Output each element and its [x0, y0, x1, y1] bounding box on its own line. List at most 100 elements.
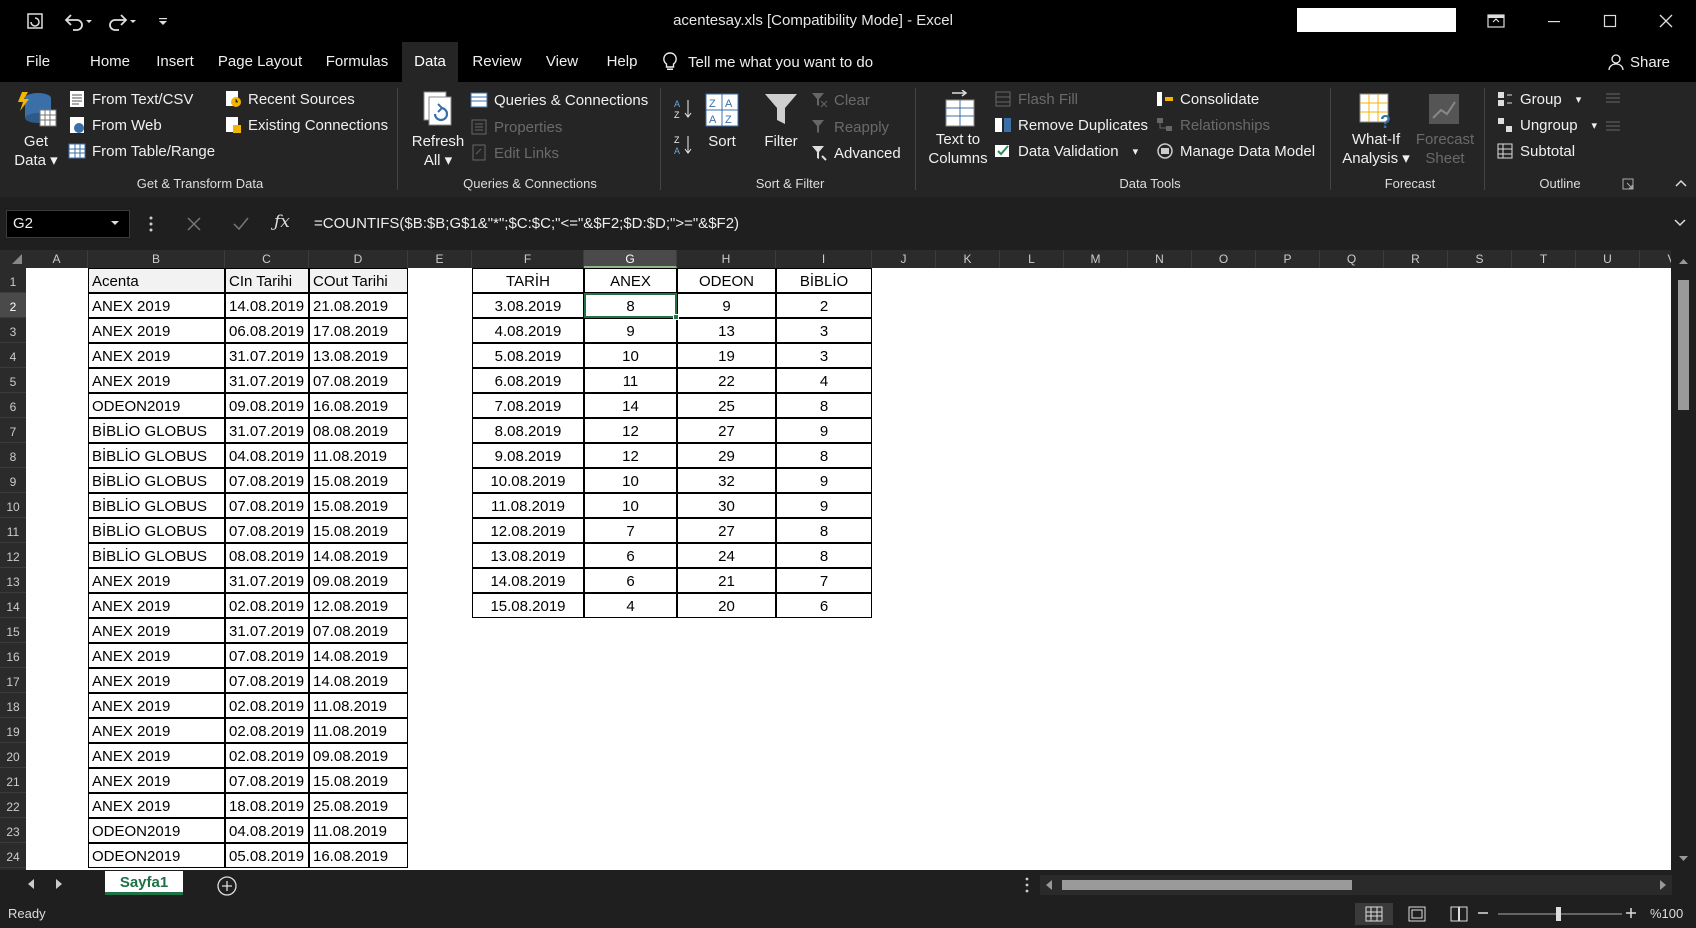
left-table-cell[interactable]: 11.08.2019 — [309, 693, 408, 718]
left-table-cell[interactable]: 11.08.2019 — [309, 818, 408, 843]
left-table-cell[interactable]: 14.08.2019 — [225, 293, 309, 318]
right-table-cell[interactable]: 5.08.2019 — [472, 343, 584, 368]
maximize-icon[interactable] — [1582, 0, 1638, 42]
left-table-cell[interactable]: ANEX 2019 — [88, 693, 225, 718]
row-header-8[interactable]: 8 — [0, 443, 26, 468]
advanced-filter-button[interactable]: Advanced — [810, 144, 901, 162]
column-header-e[interactable]: E — [408, 250, 472, 268]
left-table-cell[interactable]: 18.08.2019 — [225, 793, 309, 818]
split-handle-icon[interactable] — [1024, 876, 1030, 894]
row-header-10[interactable]: 10 — [0, 493, 26, 518]
left-table-cell[interactable]: 31.07.2019 — [225, 568, 309, 593]
row-header-13[interactable]: 13 — [0, 568, 26, 593]
right-table-cell[interactable]: 6 — [776, 593, 872, 618]
manage-data-model-button[interactable]: Manage Data Model — [1156, 142, 1315, 160]
right-table-cell[interactable]: 22 — [677, 368, 776, 393]
right-table-cell[interactable]: 11.08.2019 — [472, 493, 584, 518]
left-table-cell[interactable]: ANEX 2019 — [88, 668, 225, 693]
row-header-24[interactable]: 24 — [0, 843, 26, 868]
right-table-cell[interactable]: 9.08.2019 — [472, 443, 584, 468]
edit-links-button[interactable]: Edit Links — [470, 144, 559, 162]
right-table-cell[interactable]: 27 — [677, 518, 776, 543]
left-table-cell[interactable]: 12.08.2019 — [309, 593, 408, 618]
flash-fill-button[interactable]: Flash Fill — [994, 90, 1078, 108]
left-table-cell[interactable]: BİBLİO GLOBUS — [88, 418, 225, 443]
left-table-cell[interactable]: 02.08.2019 — [225, 718, 309, 743]
right-table-cell[interactable]: 12 — [584, 418, 677, 443]
left-table-cell[interactable]: 15.08.2019 — [309, 468, 408, 493]
sort-descending-icon[interactable]: ZA — [674, 134, 694, 156]
text-to-columns-button[interactable]: Text to Columns — [926, 90, 990, 168]
row-header-9[interactable]: 9 — [0, 468, 26, 493]
left-table-cell[interactable]: 08.08.2019 — [309, 418, 408, 443]
right-table-cell[interactable]: 10.08.2019 — [472, 468, 584, 493]
collapse-ribbon-icon[interactable] — [1674, 178, 1688, 188]
right-table-cell[interactable]: 7 — [776, 568, 872, 593]
row-header-17[interactable]: 17 — [0, 668, 26, 693]
column-header-n[interactable]: N — [1128, 250, 1192, 268]
column-header-k[interactable]: K — [936, 250, 1000, 268]
right-table-cell[interactable]: 10 — [584, 343, 677, 368]
formula-input[interactable]: =COUNTIFS($B:$B;G$1&"*";$C:$C;"<="&$F2;$… — [314, 210, 1670, 238]
right-table-cell[interactable]: 8 — [776, 393, 872, 418]
right-table-cell[interactable]: 2 — [776, 293, 872, 318]
data-validation-button[interactable]: Data Validation ▾ — [994, 142, 1138, 160]
relationships-button[interactable]: Relationships — [1156, 116, 1270, 134]
subtotal-button[interactable]: Subtotal — [1496, 142, 1575, 160]
column-header-s[interactable]: S — [1448, 250, 1512, 268]
right-table-header-cell[interactable]: ANEX — [584, 268, 677, 293]
right-table-cell[interactable]: 6.08.2019 — [472, 368, 584, 393]
right-table-cell[interactable]: 4 — [584, 593, 677, 618]
right-table-cell[interactable]: 8 — [584, 293, 677, 318]
right-table-cell[interactable]: 11 — [584, 368, 677, 393]
account-box[interactable] — [1297, 8, 1456, 32]
right-table-cell[interactable]: 13.08.2019 — [472, 543, 584, 568]
tell-me-search[interactable]: Tell me what you want to do — [662, 42, 873, 82]
right-table-cell[interactable]: 20 — [677, 593, 776, 618]
tab-file[interactable]: File — [14, 42, 62, 82]
left-table-cell[interactable]: 31.07.2019 — [225, 618, 309, 643]
left-table-header-cell[interactable]: Acenta — [88, 268, 225, 293]
left-table-cell[interactable]: ANEX 2019 — [88, 293, 225, 318]
existing-connections-button[interactable]: Existing Connections — [224, 116, 388, 134]
left-table-cell[interactable]: 11.08.2019 — [309, 718, 408, 743]
left-table-cell[interactable]: ANEX 2019 — [88, 618, 225, 643]
get-data-button[interactable]: Get Data ▾ — [8, 88, 64, 170]
right-table-cell[interactable]: 9 — [677, 293, 776, 318]
right-table-cell[interactable]: 7.08.2019 — [472, 393, 584, 418]
left-table-cell[interactable]: BİBLİO GLOBUS — [88, 468, 225, 493]
row-header-20[interactable]: 20 — [0, 743, 26, 768]
ribbon-display-options-icon[interactable] — [1468, 0, 1524, 42]
fill-handle[interactable] — [673, 314, 679, 320]
zoom-slider[interactable] — [1498, 906, 1622, 922]
column-header-q[interactable]: Q — [1320, 250, 1384, 268]
recent-sources-button[interactable]: Recent Sources — [224, 90, 355, 108]
left-table-cell[interactable]: ANEX 2019 — [88, 743, 225, 768]
column-header-l[interactable]: L — [1000, 250, 1064, 268]
right-table-cell[interactable]: 8 — [776, 443, 872, 468]
right-table-cell[interactable]: 7 — [584, 518, 677, 543]
expand-formula-bar-icon[interactable] — [1674, 218, 1686, 228]
left-table-cell[interactable]: ODEON2019 — [88, 843, 225, 868]
row-header-19[interactable]: 19 — [0, 718, 26, 743]
page-layout-view-icon[interactable] — [1398, 903, 1436, 925]
column-header-v[interactable]: V — [1640, 250, 1671, 268]
left-table-cell[interactable]: ODEON2019 — [88, 393, 225, 418]
from-web-button[interactable]: From Web — [68, 116, 162, 134]
tab-data[interactable]: Data — [402, 42, 458, 82]
column-header-c[interactable]: C — [225, 250, 309, 268]
from-text-csv-button[interactable]: From Text/CSV — [68, 90, 193, 108]
queries-connections-button[interactable]: Queries & Connections — [470, 91, 648, 109]
left-table-cell[interactable]: ANEX 2019 — [88, 718, 225, 743]
undo-icon[interactable] — [60, 9, 94, 33]
row-header-7[interactable]: 7 — [0, 418, 26, 443]
left-table-cell[interactable]: BİBLİO GLOBUS — [88, 493, 225, 518]
left-table-cell[interactable]: 06.08.2019 — [225, 318, 309, 343]
cancel-entry-icon[interactable] — [186, 216, 202, 232]
close-icon[interactable] — [1638, 0, 1694, 42]
ungroup-button[interactable]: Ungroup ▾ — [1496, 116, 1597, 134]
left-table-cell[interactable]: 14.08.2019 — [309, 643, 408, 668]
insert-function-icon[interactable]: ƒx — [274, 212, 290, 232]
row-header-14[interactable]: 14 — [0, 593, 26, 618]
left-table-cell[interactable]: 16.08.2019 — [309, 393, 408, 418]
